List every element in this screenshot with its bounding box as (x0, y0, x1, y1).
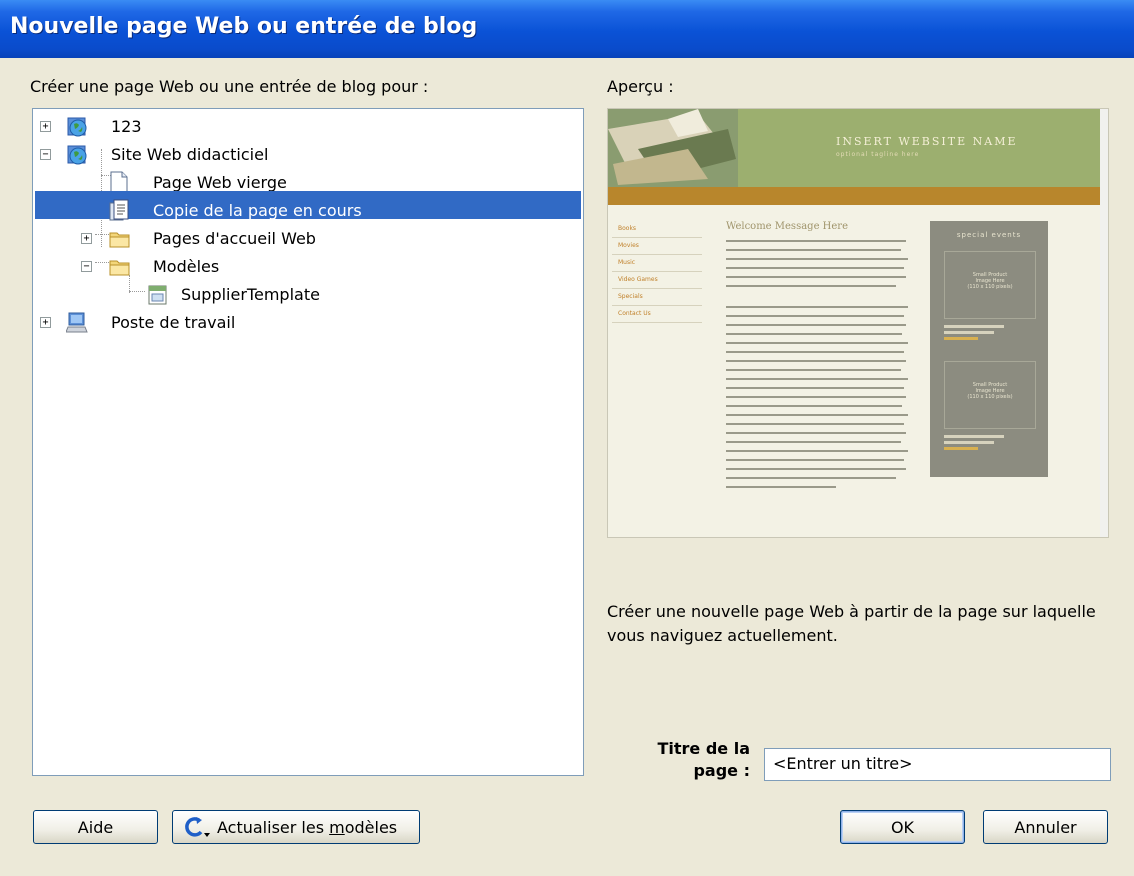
template-icon (148, 285, 167, 305)
thumb-nav-item: Books (612, 221, 702, 238)
expand-icon[interactable]: + (81, 233, 92, 244)
tree-item-label: 123 (111, 117, 142, 136)
tree-item-label: Pages d'accueil Web (153, 229, 316, 248)
tree-item-label: Copie de la page en cours (153, 201, 362, 220)
tree-item-copie-page[interactable]: Copie de la page en cours (33, 197, 581, 225)
thumb-header-image (608, 109, 738, 187)
thumb-site-name: INSERT WEBSITE NAME (836, 135, 1018, 148)
refresh-templates-button[interactable]: Actualiser les m odèles (172, 810, 420, 844)
thumb-nav-item: Movies (612, 238, 702, 255)
site-tree[interactable]: + 123 − Site Web didacticiel Page Web vi… (32, 108, 584, 776)
title-label-line: Titre de la (657, 739, 750, 758)
cancel-button[interactable]: Annuler (983, 810, 1108, 844)
window-title: Nouvelle page Web ou entrée de blog (10, 14, 478, 39)
thumb-body-text (726, 240, 908, 488)
expand-icon[interactable]: + (40, 121, 51, 132)
thumb-product-line: (110 x 110 pixels) (967, 394, 1013, 400)
refresh-icon (185, 817, 210, 837)
thumb-nav-item: Music (612, 255, 702, 272)
copy-page-icon (109, 199, 129, 221)
title-label: Titre de la page : (636, 738, 750, 782)
refresh-label: Actualiser les (217, 817, 330, 837)
tree-item-site-web-didacticiel[interactable]: − Site Web didacticiel (33, 141, 581, 169)
thumb-tagline: optional tagline here (836, 151, 920, 158)
title-bar[interactable]: Nouvelle page Web ou entrée de blog (0, 0, 1134, 58)
thumb-special-title: special events (956, 231, 1022, 239)
collapse-icon[interactable]: − (40, 149, 51, 160)
thumb-nav: Books Movies Music Video Games Specials … (612, 221, 702, 323)
thumb-heading: Welcome Message Here (726, 221, 848, 232)
expand-icon[interactable]: + (40, 317, 51, 328)
preview-thumbnail: INSERT WEBSITE NAME optional tagline her… (607, 108, 1109, 538)
thumb-text-line (944, 441, 994, 444)
tree-item-label: Poste de travail (111, 313, 236, 332)
tree-item-poste-de-travail[interactable]: + Poste de travail (33, 309, 581, 337)
folder-icon (109, 232, 130, 248)
thumb-product-line: (110 x 110 pixels) (967, 284, 1013, 290)
thumb-text-line (944, 331, 994, 334)
thumb-nav-item: Video Games (612, 272, 702, 289)
preview-scrollbar[interactable] (1100, 109, 1108, 537)
collapse-icon[interactable]: − (81, 261, 92, 272)
preview-label: Aperçu : (607, 77, 674, 96)
thumb-product-box: Small Product Image Here (110 x 110 pixe… (944, 361, 1036, 429)
help-button[interactable]: Aide (33, 810, 158, 844)
tree-item-label: Site Web didacticiel (111, 145, 269, 164)
tree-item-label: Modèles (153, 257, 220, 276)
ok-button[interactable]: OK (840, 810, 965, 844)
globe-icon (67, 117, 87, 137)
preview-description: Créer une nouvelle page Web à partir de … (607, 602, 1096, 645)
thumb-link-line (944, 337, 978, 340)
thumb-text-line (944, 325, 1004, 328)
globe-icon (67, 145, 87, 165)
thumb-sidebar: special events Small Product Image Here … (930, 221, 1048, 477)
page-title-input[interactable]: <Entrer un titre> (764, 748, 1111, 781)
tree-label: Créer une page Web ou une entrée de blog… (30, 77, 429, 96)
thumb-product-box: Small Product Image Here (110 x 110 pixe… (944, 251, 1036, 319)
refresh-label-suffix: odèles (344, 817, 398, 837)
folder-icon (109, 260, 130, 276)
thumb-stripe (608, 187, 1102, 205)
thumb-link-line (944, 447, 978, 450)
thumb-text-line (944, 435, 1004, 438)
tree-item-label: SupplierTemplate (181, 285, 320, 304)
tree-item-pages-accueil[interactable]: + Pages d'accueil Web (33, 225, 581, 253)
thumb-nav-item: Contact Us (612, 306, 702, 323)
title-label-line: page : (693, 761, 750, 780)
tree-item-suppliertemplate[interactable]: SupplierTemplate (33, 281, 581, 309)
thumb-nav-item: Specials (612, 289, 702, 306)
computer-icon (66, 312, 88, 333)
tree-item-123[interactable]: + 123 (33, 113, 581, 141)
tree-item-modeles[interactable]: − Modèles (33, 253, 581, 281)
refresh-mnemonic: m (329, 817, 345, 837)
